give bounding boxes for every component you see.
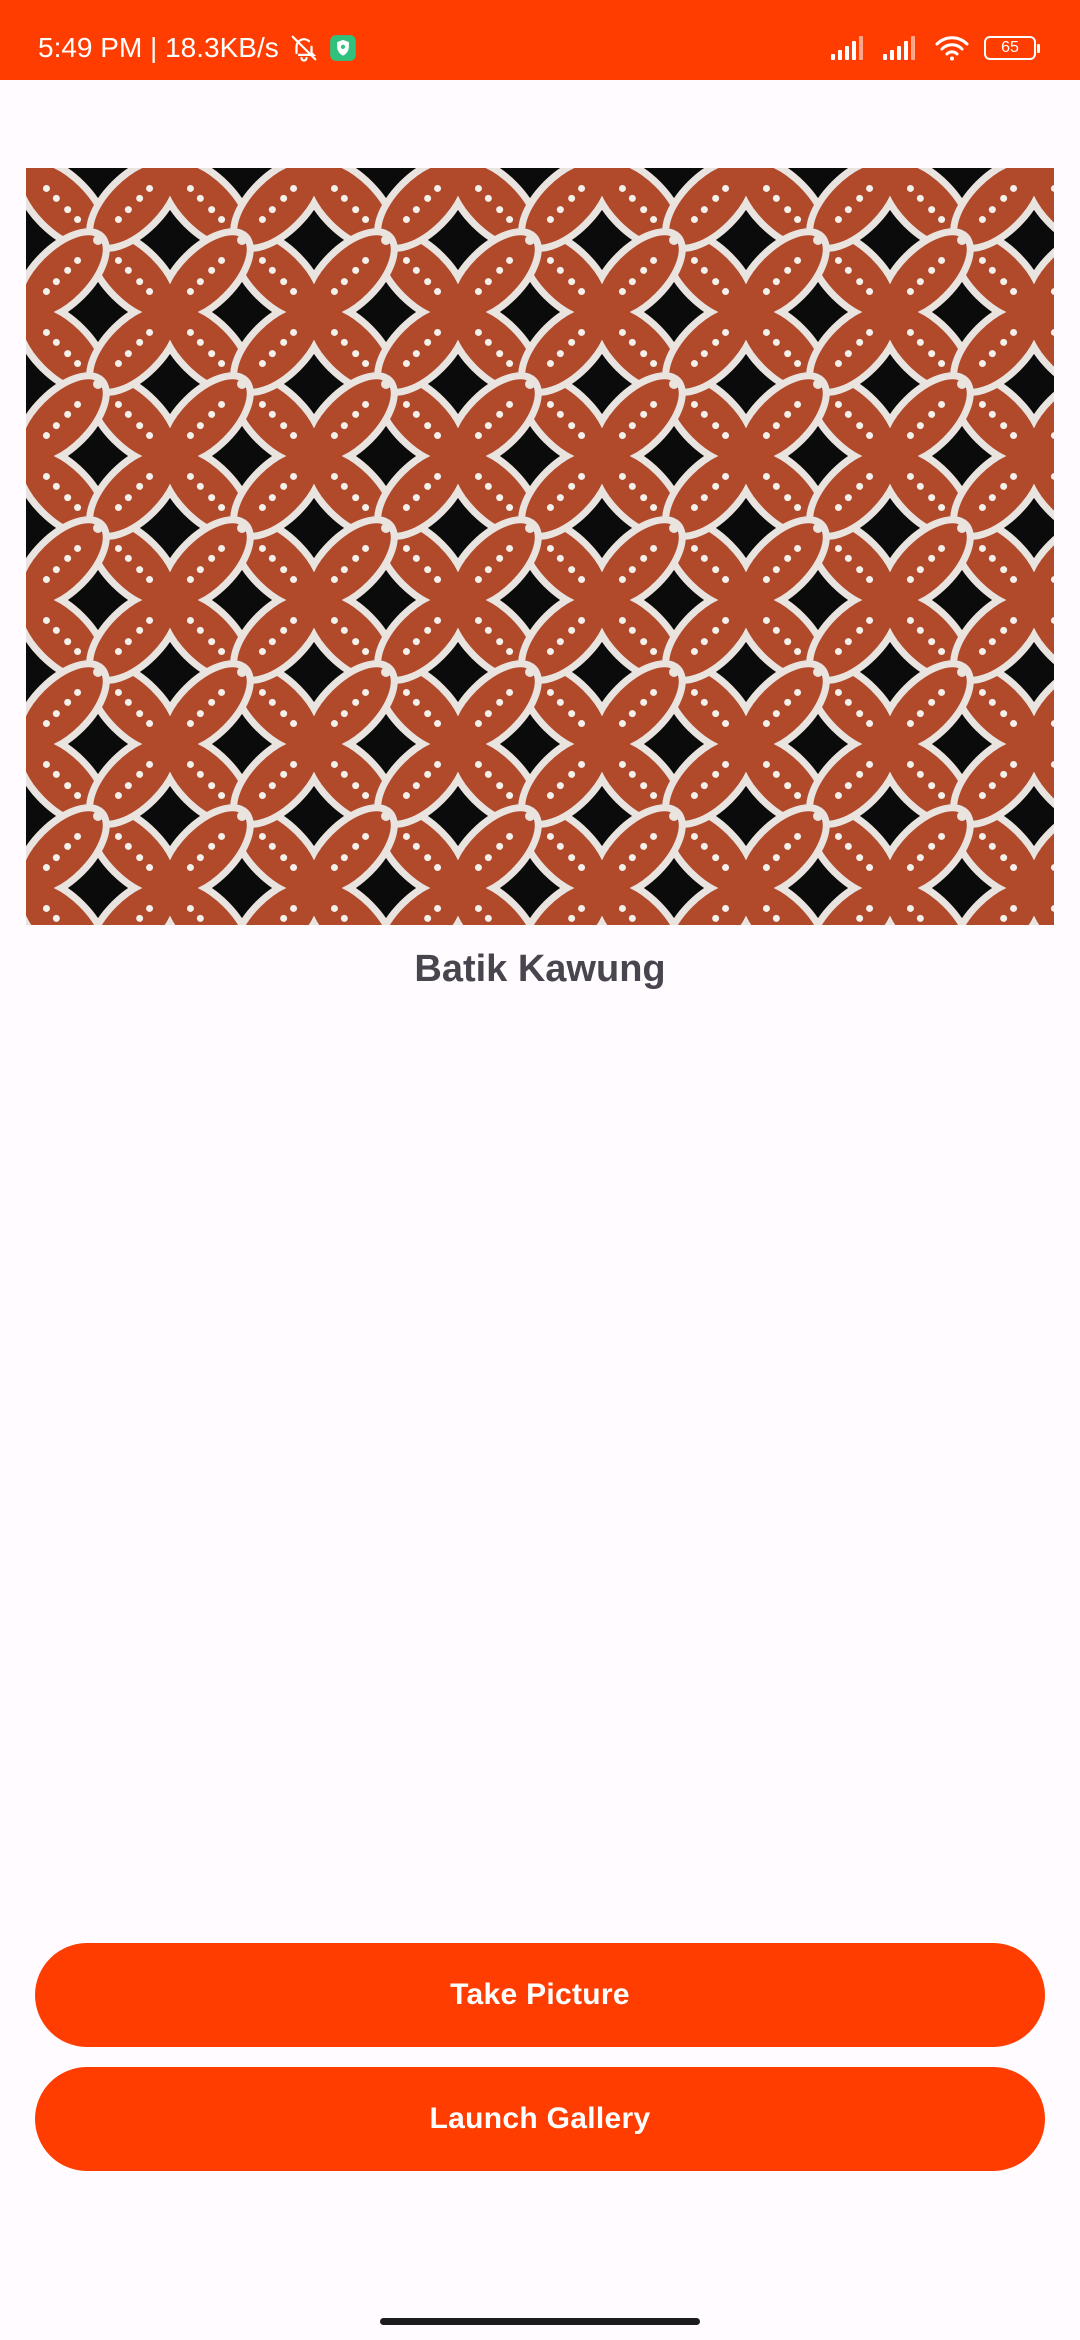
prediction-label: Batik Kawung: [414, 948, 666, 990]
launch-gallery-button[interactable]: Launch Gallery: [35, 2067, 1045, 2171]
wifi-icon: [934, 34, 970, 62]
mute-bell-icon: [289, 33, 319, 63]
status-left: 5:49 PM | 18.3KB/s: [38, 0, 357, 96]
signal-icon: [882, 35, 920, 61]
battery-icon: 65: [984, 36, 1040, 60]
take-picture-button[interactable]: Take Picture: [35, 1943, 1045, 2047]
selected-image: [26, 168, 1054, 925]
status-time-speed: 5:49 PM | 18.3KB/s: [38, 32, 279, 63]
status-bar: 5:49 PM | 18.3KB/s 65: [0, 0, 1080, 80]
battery-level: 65: [1001, 39, 1019, 56]
status-right: 65: [830, 0, 1040, 96]
vpn-shield-icon: [329, 34, 357, 62]
signal-icon: [830, 35, 868, 61]
home-indicator[interactable]: [380, 2318, 700, 2325]
